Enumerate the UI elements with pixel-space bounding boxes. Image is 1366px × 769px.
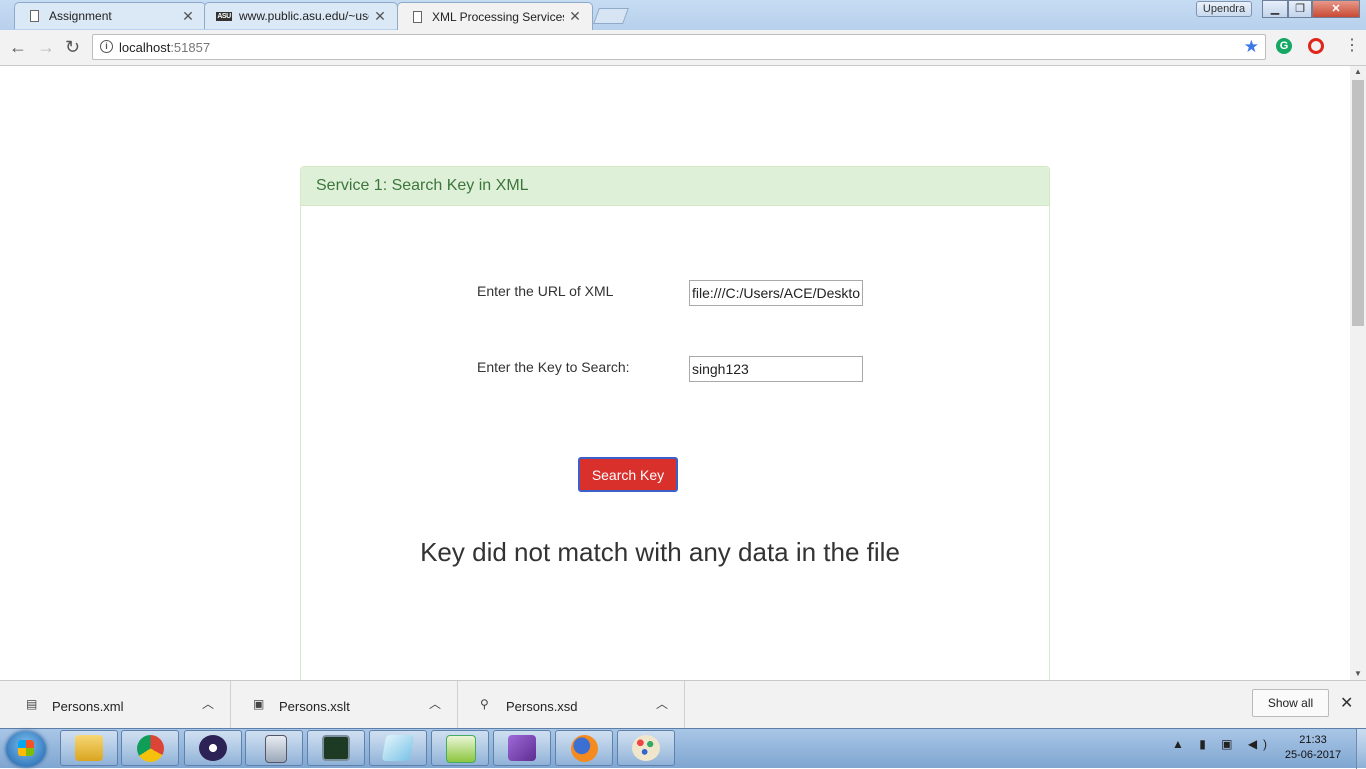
firefox-taskbar-button[interactable] [555, 730, 613, 766]
back-icon[interactable]: ← [9, 38, 27, 56]
visual-studio-icon [508, 735, 536, 761]
paint-taskbar-button[interactable] [617, 730, 675, 766]
page-scrollbar[interactable]: ▲ ▼ [1350, 66, 1366, 680]
tab-title: www.public.asu.edu/~use [239, 9, 369, 23]
xslt-file-icon: ▣ [253, 697, 265, 711]
folder-icon [75, 735, 103, 761]
windows-logo-icon [18, 740, 34, 756]
url-port: :51857 [170, 40, 211, 55]
download-shelf: ▤ Persons.xml ︿ ▣ Persons.xslt ︿ ⚲ Perso… [0, 680, 1366, 728]
menu-icon[interactable]: ⋮ [1344, 37, 1360, 55]
chrome-icon [137, 735, 164, 762]
tab-asu[interactable]: ASU www.public.asu.edu/~use ✕ [204, 2, 398, 29]
forward-icon[interactable]: → [37, 38, 55, 56]
scroll-up-icon[interactable]: ▲ [1350, 66, 1366, 78]
scroll-down-icon[interactable]: ▼ [1350, 668, 1366, 680]
tab-assignment[interactable]: Assignment ✕ [14, 2, 206, 29]
page-viewport: Service 1: Search Key in XML Enter the U… [0, 66, 1350, 680]
firefox-icon [571, 735, 598, 762]
minimize-icon[interactable]: ▁ [1262, 0, 1288, 18]
xml-url-input[interactable] [689, 280, 863, 306]
tab-title: XML Processing Services [432, 9, 564, 24]
profile-button[interactable]: Upendra [1196, 1, 1252, 17]
clock[interactable]: 21:33 25-06-2017 [1278, 733, 1348, 763]
chevron-up-icon[interactable]: ︿ [656, 695, 668, 712]
bookmark-star-icon[interactable]: ★ [1244, 37, 1259, 57]
xml-file-icon: ▤ [26, 697, 38, 711]
scroll-thumb[interactable] [1352, 80, 1364, 326]
close-icon[interactable]: ✕ [568, 8, 582, 25]
close-icon[interactable]: ✕ [1340, 693, 1353, 713]
address-bar[interactable]: i localhost:51857 ★ [92, 34, 1266, 60]
opera-icon[interactable] [1308, 38, 1324, 54]
download-name: Persons.xslt [279, 699, 350, 714]
eclipse-taskbar-button[interactable] [184, 730, 242, 766]
download-item[interactable]: ▤ Persons.xml ︿ [4, 681, 231, 728]
chevron-up-icon[interactable]: ︿ [202, 695, 214, 712]
show-desktop-button[interactable] [1356, 729, 1366, 769]
chrome-taskbar-button[interactable] [121, 730, 179, 766]
close-icon[interactable]: ✕ [373, 8, 387, 25]
asu-icon: ASU [216, 11, 232, 21]
show-all-button[interactable]: Show all [1252, 689, 1329, 717]
task-manager-icon [322, 735, 350, 761]
paint-icon [632, 735, 660, 761]
url-text: localhost:51857 [119, 40, 210, 55]
notepadpp-icon [446, 735, 476, 763]
clock-date: 25-06-2017 [1284, 749, 1342, 761]
tab-title: Assignment [49, 9, 112, 23]
browser-tab-strip: Assignment ✕ ASU www.public.asu.edu/~use… [0, 0, 1366, 30]
search-key-panel: Service 1: Search Key in XML Enter the U… [300, 166, 1050, 680]
search-key-input[interactable] [689, 356, 863, 382]
eclipse-icon [199, 735, 227, 761]
grammarly-icon[interactable]: G [1276, 38, 1292, 54]
reload-icon[interactable]: ↻ [65, 38, 80, 56]
visual-studio-taskbar-button[interactable] [493, 730, 551, 766]
notepad-icon [381, 735, 415, 761]
download-item[interactable]: ⚲ Persons.xsd ︿ [458, 681, 685, 728]
chevron-up-icon[interactable]: ︿ [429, 695, 441, 712]
browser-toolbar: ← → ↻ i localhost:51857 ★ [0, 30, 1366, 66]
tab-xml-processing[interactable]: XML Processing Services ✕ [397, 2, 593, 30]
xsd-file-icon: ⚲ [480, 697, 489, 711]
download-name: Persons.xsd [506, 699, 578, 714]
restore-icon[interactable]: ❐ [1288, 0, 1312, 18]
notepadpp-taskbar-button[interactable] [431, 730, 489, 766]
calculator-icon [265, 735, 287, 763]
page-icon [410, 10, 424, 24]
windows-taskbar: ▲ ▮ ▣ ◀) 21:33 25-06-2017 [0, 728, 1366, 769]
key-label: Enter the Key to Search: [477, 359, 630, 375]
result-message: Key did not match with any data in the f… [420, 537, 900, 567]
download-name: Persons.xml [52, 699, 124, 714]
panel-heading: Service 1: Search Key in XML [301, 167, 1049, 206]
search-key-button[interactable]: Search Key [578, 457, 678, 492]
info-icon[interactable]: i [100, 40, 113, 53]
explorer-taskbar-button[interactable] [60, 730, 118, 766]
task-manager-taskbar-button[interactable] [307, 730, 365, 766]
download-item[interactable]: ▣ Persons.xslt ︿ [231, 681, 458, 728]
clock-time: 21:33 [1299, 734, 1327, 746]
new-tab-button[interactable] [593, 8, 629, 24]
notepad-taskbar-button[interactable] [369, 730, 427, 766]
calculator-taskbar-button[interactable] [245, 730, 303, 766]
close-window-icon[interactable]: ✕ [1312, 0, 1360, 18]
url-host: localhost [119, 40, 171, 55]
close-icon[interactable]: ✕ [181, 8, 195, 25]
url-label: Enter the URL of XML [477, 283, 614, 299]
start-button[interactable] [6, 731, 46, 767]
system-tray-icons[interactable]: ▲ ▮ ▣ ◀) [1172, 737, 1273, 751]
page-icon [27, 9, 41, 23]
